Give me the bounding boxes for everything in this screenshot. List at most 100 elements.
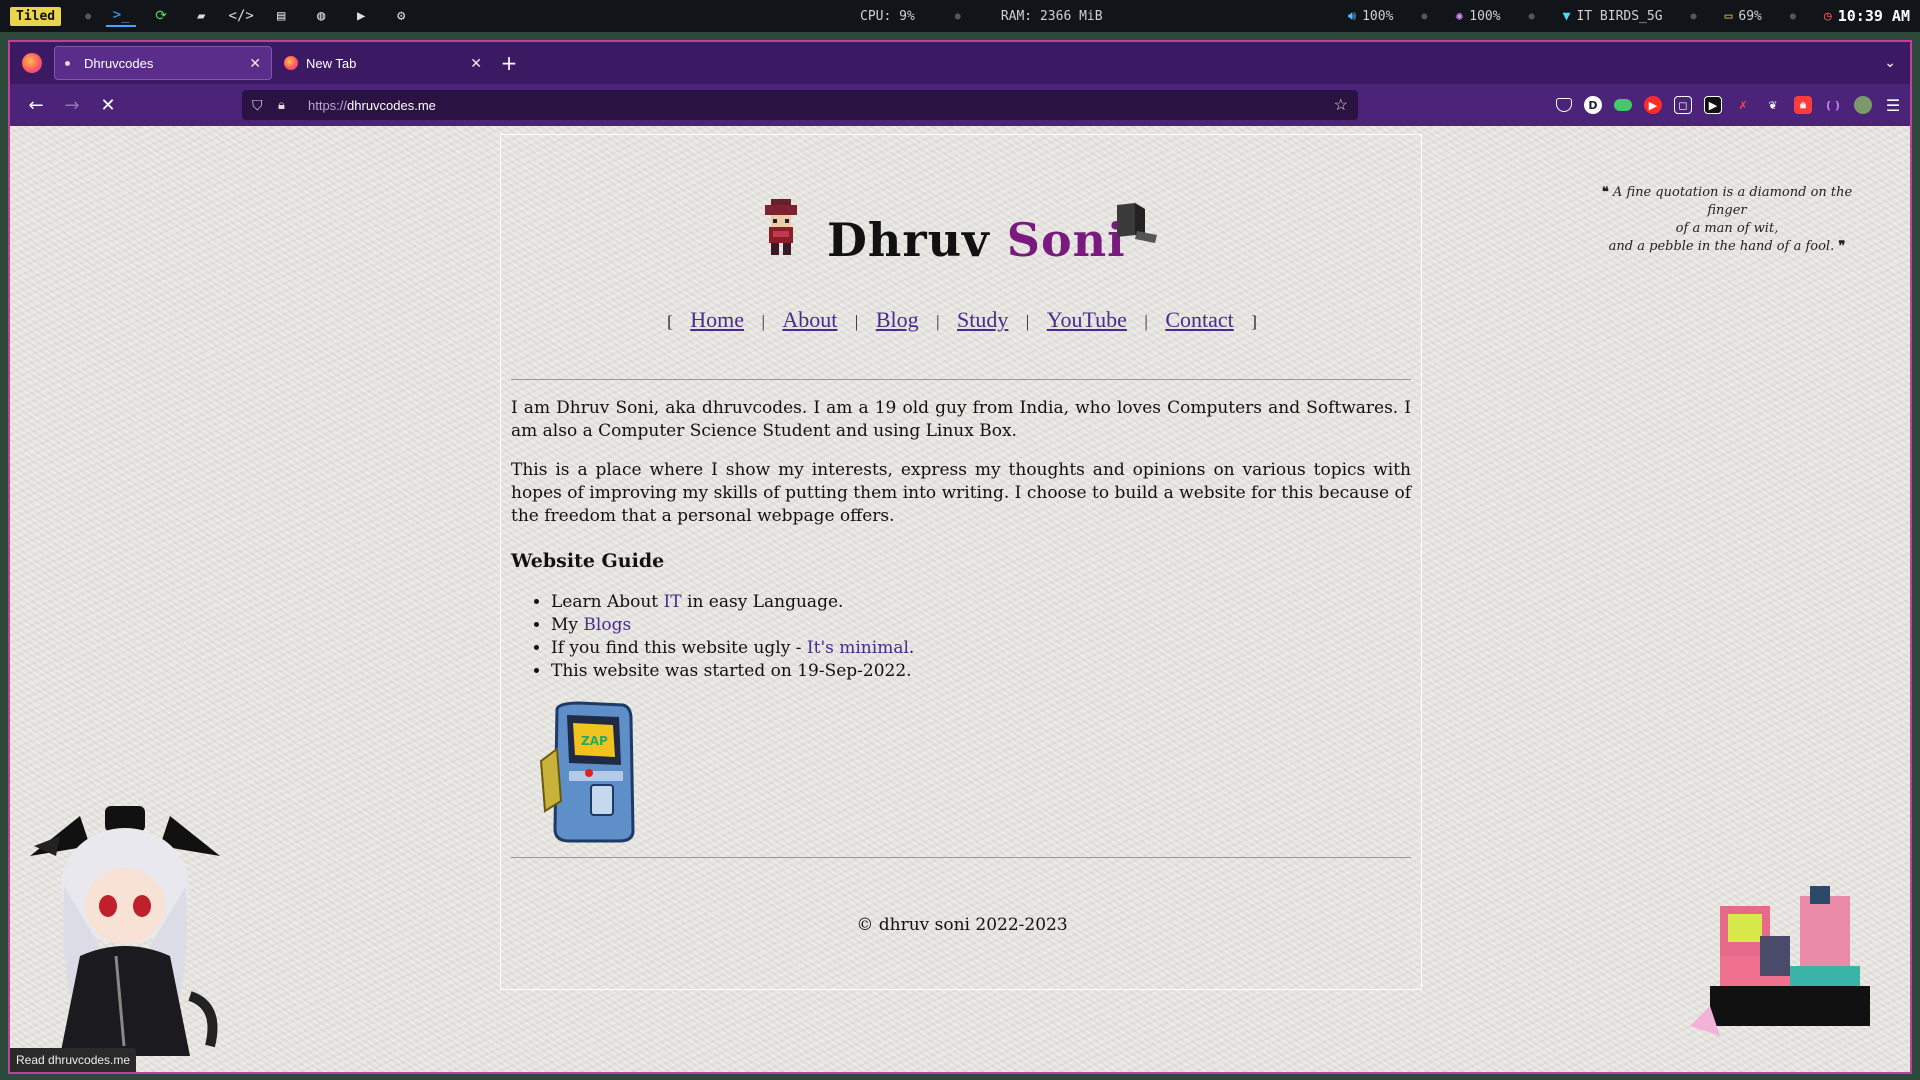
title-last-name: Soni xyxy=(1006,213,1126,267)
screenshot-extension-icon[interactable]: ◻ xyxy=(1674,96,1692,114)
nav-link-about[interactable]: About xyxy=(782,307,837,332)
extension-d-icon[interactable]: D xyxy=(1584,96,1602,114)
pixel-character-avatar xyxy=(765,199,797,255)
url-bar[interactable]: ⛉ 🔒︎ https://dhruvcodes.me ☆ xyxy=(242,90,1358,120)
link-blogs[interactable]: Blogs xyxy=(583,615,631,635)
hamburger-menu-icon[interactable]: ☰ xyxy=(1884,96,1902,115)
toggle-extension-icon[interactable] xyxy=(1614,99,1632,111)
main-content-box: Dhruv Soni [ Home | About | Blog | Study… xyxy=(500,134,1422,990)
nav-link-home[interactable]: Home xyxy=(690,307,744,332)
url-text[interactable]: https://dhruvcodes.me xyxy=(308,98,436,113)
workspace-mode-badge[interactable]: Tiled xyxy=(10,6,62,26)
list-item: My Blogs xyxy=(551,614,1411,637)
pocket-icon[interactable] xyxy=(1556,98,1572,112)
volume-icon: 🔊︎ xyxy=(1347,8,1357,24)
youtube-icon[interactable]: ▶ xyxy=(346,5,376,27)
bookmark-star-icon[interactable]: ☆ xyxy=(1334,95,1348,115)
stop-loading-button[interactable]: ✕ xyxy=(90,95,126,116)
title-first-name: Dhruv xyxy=(827,213,990,267)
close-icon[interactable]: ✕ xyxy=(249,55,261,72)
volume-indicator[interactable]: 🔊︎ 100% xyxy=(1348,9,1394,24)
clock[interactable]: ◷ 10:39 AM xyxy=(1824,7,1910,25)
player-extension-icon[interactable]: ▶ xyxy=(1704,96,1722,114)
wifi-indicator[interactable]: ▼ IT BIRDS_5G xyxy=(1563,9,1663,24)
back-button[interactable]: ← xyxy=(18,95,54,116)
computer-icon xyxy=(1117,203,1157,243)
profile-extension-icon[interactable] xyxy=(1854,96,1872,114)
extensions-toolbar: D ▶ ◻ ▶ ✗ ❦ 🔒︎ ( ) ☰ xyxy=(1556,84,1902,126)
website-guide-list: Learn About IT in easy Language. My Blog… xyxy=(511,591,1411,683)
nav-separator: | xyxy=(761,312,765,331)
nav-link-blog[interactable]: Blog xyxy=(876,307,919,332)
url-host: dhruvcodes.me xyxy=(347,97,436,113)
feather-extension-icon[interactable]: ❦ xyxy=(1764,96,1782,114)
notes-icon[interactable]: ▤ xyxy=(266,5,296,27)
guide-item-1-suffix: in easy Language. xyxy=(681,592,844,612)
link-status-tooltip: Read dhruvcodes.me xyxy=(10,1048,137,1072)
chevron-down-icon[interactable]: ⌄ xyxy=(1884,55,1896,71)
guide-item-2-prefix: My xyxy=(551,615,584,635)
ram-usage: RAM: 2366 MiB xyxy=(1000,8,1103,24)
folder-icon[interactable]: ▰ xyxy=(186,5,216,27)
youtube-extension-icon[interactable]: ▶ xyxy=(1644,96,1662,114)
terminal-icon[interactable]: >_ xyxy=(106,5,137,27)
battery-value: 69% xyxy=(1738,8,1762,24)
volume-value: 100% xyxy=(1362,8,1394,24)
loading-dot-icon xyxy=(65,60,70,66)
arcade-machine-image: ZAP xyxy=(539,701,635,843)
nav-bracket-open: [ xyxy=(667,312,673,331)
link-its-minimal[interactable]: It's minimal xyxy=(807,638,909,658)
refresh-icon[interactable]: ⟳ xyxy=(146,5,176,27)
brightness-value: 100% xyxy=(1469,8,1501,24)
nav-link-study[interactable]: Study xyxy=(957,307,1008,332)
quote-line-3: and a pebble in the hand of a fool. xyxy=(1608,239,1835,254)
close-quote-mark: ❞ xyxy=(1838,239,1846,254)
link-it[interactable]: IT xyxy=(664,592,682,612)
tab-dhruvcodes[interactable]: Dhruvcodes ✕ xyxy=(54,46,272,80)
intro-section: I am Dhruv Soni, aka dhruvcodes. I am a … xyxy=(511,397,1411,683)
code-icon[interactable]: </> xyxy=(226,5,256,27)
separator-dot: ● xyxy=(1528,10,1535,22)
tab-bar: Dhruvcodes ✕ New Tab ✕ + ⌄ xyxy=(10,42,1910,84)
footer-divider xyxy=(511,857,1411,858)
nav-bracket-close: ] xyxy=(1251,312,1257,331)
navigation-toolbar: ← → ✕ ⛉ 🔒︎ https://dhruvcodes.me ☆ D ▶ ◻… xyxy=(10,84,1910,126)
new-tab-button[interactable]: + xyxy=(494,51,524,75)
separator-dot: ● xyxy=(954,10,961,22)
guide-item-3-suffix: . xyxy=(908,638,915,658)
chat-icon[interactable]: ◍ xyxy=(306,5,336,27)
battery-icon: ▭ xyxy=(1724,8,1733,24)
tab-title: Dhruvcodes xyxy=(84,55,154,71)
battery-indicator[interactable]: ▭ 69% xyxy=(1725,9,1762,24)
site-navigation: [ Home | About | Blog | Study | YouTube … xyxy=(501,307,1423,333)
separator-dot: ● xyxy=(1690,10,1697,22)
tab-new-tab[interactable]: New Tab ✕ xyxy=(274,46,492,80)
nav-link-youtube[interactable]: YouTube xyxy=(1047,307,1127,332)
lock-extension-icon[interactable]: 🔒︎ xyxy=(1794,96,1812,114)
wifi-name: IT BIRDS_5G xyxy=(1576,8,1663,24)
forward-button[interactable]: → xyxy=(54,95,90,116)
header-divider xyxy=(511,379,1411,380)
brightness-icon: ✺ xyxy=(1455,8,1464,24)
tab-title: New Tab xyxy=(306,55,357,71)
bracket-extension-icon[interactable]: ( ) xyxy=(1824,96,1842,114)
system-bar: Tiled ● >_ ⟳ ▰ </> ▤ ◍ ▶ ⚙ CPU: 9% ● RAM… xyxy=(0,0,1920,32)
separator-dot: ● xyxy=(1421,10,1428,22)
website-guide-heading: Website Guide xyxy=(511,550,665,572)
intro-paragraph-2: This is a place where I show my interest… xyxy=(511,460,1411,526)
clock-icon: ◷ xyxy=(1823,8,1832,24)
nav-separator: | xyxy=(1025,312,1030,331)
brightness-indicator[interactable]: ✺ 100% xyxy=(1455,9,1500,24)
nav-link-contact[interactable]: Contact xyxy=(1165,307,1233,332)
lock-icon[interactable]: 🔒︎ xyxy=(278,97,300,113)
close-icon[interactable]: ✕ xyxy=(470,55,482,72)
settings-icon[interactable]: ⚙ xyxy=(386,5,416,27)
nav-separator: | xyxy=(854,312,859,331)
blocker-extension-icon[interactable]: ✗ xyxy=(1734,96,1752,114)
quote-line-1: A fine quotation is a diamond on the fin… xyxy=(1612,185,1853,218)
firefox-icon[interactable] xyxy=(22,53,42,73)
site-header: Dhruv Soni xyxy=(501,135,1421,275)
footer-copyright: © dhruv soni 2022-2023 xyxy=(856,915,1068,935)
separator-dot: ● xyxy=(85,10,92,22)
shield-icon[interactable]: ⛉ xyxy=(252,97,274,114)
